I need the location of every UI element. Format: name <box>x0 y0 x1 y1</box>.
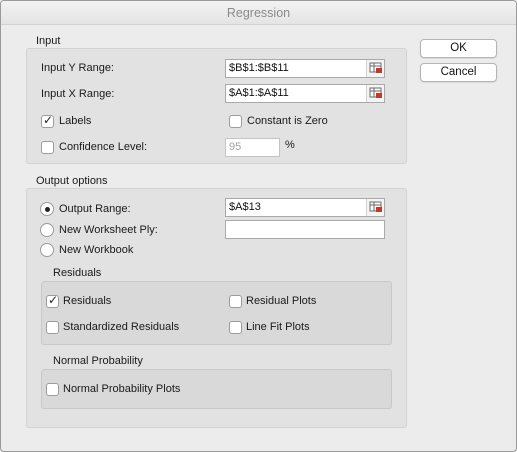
input-group-label: Input <box>36 35 61 47</box>
residuals-group: ✓ Residuals Residual Plots Standardized … <box>41 281 392 345</box>
output-range-radio[interactable] <box>40 202 54 216</box>
line-fit-plots-checkbox[interactable] <box>229 321 242 334</box>
normal-probability-group-label: Normal Probability <box>53 355 143 367</box>
new-worksheet-label: New Worksheet Ply: <box>59 224 158 236</box>
output-options-group: Output Range: $A$13 New Worksheet Ply: N… <box>26 188 407 428</box>
radio-selected-dot <box>44 206 50 212</box>
output-range-field[interactable]: $A$13 <box>225 198 385 217</box>
checkmark-icon: ✓ <box>43 113 54 127</box>
new-workbook-label: New Workbook <box>59 244 134 256</box>
window-title: Regression <box>1 1 516 25</box>
input-y-range-value: $B$1:$B$11 <box>229 62 289 74</box>
constant-zero-checkbox[interactable] <box>229 115 242 128</box>
line-fit-plots-label: Line Fit Plots <box>246 321 310 333</box>
output-range-label: Output Range: <box>59 203 131 215</box>
standardized-residuals-label: Standardized Residuals <box>63 321 180 333</box>
regression-dialog: Regression OK Cancel Input Input Y Range… <box>0 0 517 452</box>
checkmark-icon: ✓ <box>48 293 59 307</box>
range-picker-icon[interactable] <box>366 199 384 216</box>
normal-probability-group: Normal Probability Plots <box>41 369 392 409</box>
range-picker-icon[interactable] <box>366 85 384 102</box>
input-x-range-value: $A$1:$A$11 <box>229 87 289 99</box>
new-worksheet-field[interactable] <box>225 220 385 239</box>
output-options-group-label: Output options <box>36 175 108 187</box>
labels-checkbox[interactable]: ✓ <box>41 113 54 128</box>
cancel-button[interactable]: Cancel <box>420 63 497 82</box>
confidence-level-field[interactable]: 95 <box>225 138 280 157</box>
new-workbook-radio[interactable] <box>40 243 54 257</box>
input-y-range-label: Input Y Range: <box>41 62 114 74</box>
constant-zero-label: Constant is Zero <box>247 115 328 127</box>
residuals-label: Residuals <box>63 295 112 307</box>
normal-probability-plots-label: Normal Probability Plots <box>63 383 181 395</box>
ok-button[interactable]: OK <box>420 39 497 58</box>
confidence-level-label: Confidence Level: <box>59 141 148 153</box>
residual-plots-checkbox[interactable] <box>229 295 242 308</box>
confidence-level-checkbox[interactable] <box>41 141 54 154</box>
input-y-range-field[interactable]: $B$1:$B$11 <box>225 59 385 78</box>
labels-checkbox-label: Labels <box>59 115 92 127</box>
new-worksheet-radio[interactable] <box>40 223 54 237</box>
input-x-range-field[interactable]: $A$1:$A$11 <box>225 84 385 103</box>
input-x-range-label: Input X Range: <box>41 88 115 100</box>
residuals-group-label: Residuals <box>53 267 102 279</box>
confidence-percent-label: % <box>285 139 295 151</box>
residuals-checkbox[interactable]: ✓ <box>46 293 59 308</box>
normal-probability-plots-checkbox[interactable] <box>46 383 59 396</box>
input-group: Input Y Range: $B$1:$B$11 Input X Range:… <box>26 48 407 164</box>
range-picker-icon[interactable] <box>366 60 384 77</box>
output-range-value: $A$13 <box>229 201 261 213</box>
standardized-residuals-checkbox[interactable] <box>46 321 59 334</box>
residual-plots-label: Residual Plots <box>246 295 317 307</box>
